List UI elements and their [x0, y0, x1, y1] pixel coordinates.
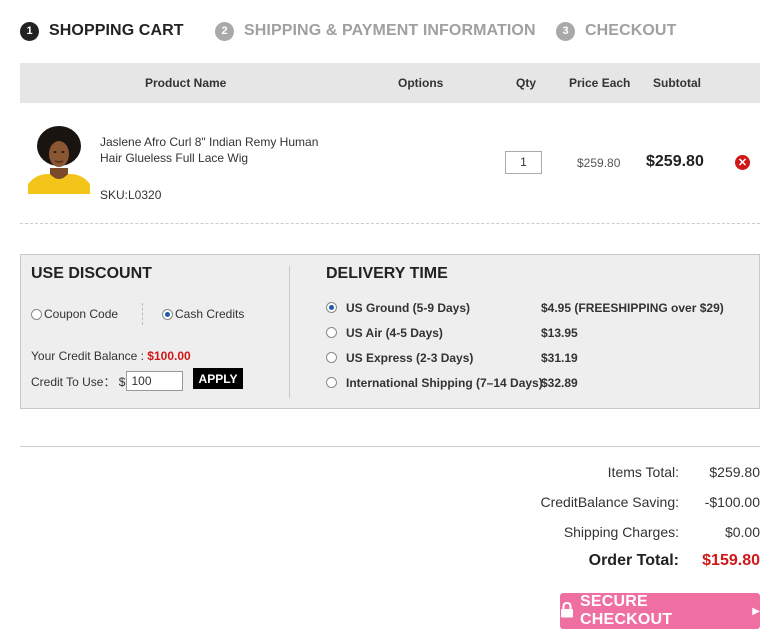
- step-number: 2: [215, 21, 234, 41]
- shipping-charges-label: Shipping Charges:: [563, 524, 679, 540]
- product-thumbnail[interactable]: [28, 124, 90, 194]
- credit-balance: Your Credit Balance : $100.00: [31, 349, 191, 363]
- discount-delivery-panel: USE DISCOUNT Coupon Code Cash Credits Yo…: [20, 254, 760, 409]
- coupon-code-option[interactable]: Coupon Code: [31, 307, 118, 321]
- credit-saving-label: CreditBalance Saving:: [540, 494, 679, 510]
- shipping-radio[interactable]: [326, 377, 337, 388]
- use-discount-title: USE DISCOUNT: [31, 265, 152, 282]
- cash-credits-option[interactable]: Cash Credits: [162, 307, 244, 321]
- quantity-input[interactable]: 1: [505, 151, 542, 174]
- checkout-steps: 1 SHOPPING CART 2 SHIPPING & PAYMENT INF…: [20, 20, 760, 42]
- shipping-name: International Shipping (7–14 Days): [346, 376, 543, 390]
- shipping-option-us-express[interactable]: US Express (2-3 Days) $31.19: [326, 349, 746, 367]
- header-price-each: Price Each: [569, 76, 631, 90]
- delivery-time-title: DELIVERY TIME: [326, 265, 448, 282]
- secure-checkout-label: SECURE CHECKOUT: [580, 593, 673, 628]
- shipping-price: $32.89: [541, 376, 578, 390]
- credit-balance-value: $100.00: [147, 349, 191, 363]
- order-total-value: $159.80: [702, 552, 760, 569]
- shipping-charges-value: $0.00: [724, 524, 760, 540]
- credit-to-use-input[interactable]: [126, 371, 184, 391]
- cart-table-header: Product Name Options Qty Price Each Subt…: [20, 63, 760, 103]
- credit-to-use: Credit To Use： $: [31, 371, 184, 391]
- header-options: Options: [398, 76, 444, 90]
- shipping-name: US Express (2-3 Days): [346, 351, 474, 365]
- shipping-option-us-ground[interactable]: US Ground (5-9 Days) $4.95 (FREESHIPPING…: [326, 299, 746, 317]
- shipping-price: $13.95: [541, 326, 578, 340]
- shipping-radio[interactable]: [326, 302, 337, 313]
- totals-divider: [20, 446, 760, 447]
- cash-credits-radio[interactable]: [162, 308, 173, 320]
- step-checkout: 3 CHECKOUT: [556, 20, 676, 42]
- product-name-link[interactable]: Jaslene Afro Curl 8" Indian Remy Human H…: [100, 134, 320, 166]
- item-subtotal: $259.80: [646, 153, 704, 170]
- items-total-value: $259.80: [709, 464, 760, 480]
- coupon-code-radio[interactable]: [31, 308, 42, 320]
- step-label: SHIPPING & PAYMENT INFORMATION: [244, 22, 536, 39]
- step-shipping-payment: 2 SHIPPING & PAYMENT INFORMATION: [215, 20, 536, 42]
- option-separator: [142, 303, 143, 325]
- apply-button[interactable]: APPLY: [193, 368, 243, 389]
- shipping-name: US Ground (5-9 Days): [346, 301, 471, 315]
- shipping-price: $4.95 (FREESHIPPING over $29): [541, 301, 724, 315]
- shipping-option-us-air[interactable]: US Air (4-5 Days) $13.95: [326, 324, 746, 342]
- shipping-radio[interactable]: [326, 352, 337, 363]
- product-sku: SKU:L0320: [100, 188, 162, 202]
- coupon-code-label: Coupon Code: [44, 307, 119, 321]
- order-total-label: Order Total:: [588, 552, 679, 569]
- shipping-price: $31.19: [541, 351, 578, 365]
- remove-item-icon[interactable]: ✕: [735, 155, 750, 170]
- header-product-name: Product Name: [145, 76, 227, 90]
- cash-credits-label: Cash Credits: [175, 307, 245, 321]
- secure-checkout-button[interactable]: SECURE CHECKOUT ▶: [560, 593, 760, 629]
- credit-saving-value: -$100.00: [704, 494, 760, 510]
- panel-divider: [289, 266, 290, 398]
- credit-to-use-label: Credit To Use： $: [31, 374, 126, 389]
- shipping-name: US Air (4-5 Days): [346, 326, 443, 340]
- lock-icon: [560, 601, 574, 621]
- header-subtotal: Subtotal: [653, 76, 701, 90]
- credit-balance-label: Your Credit Balance :: [31, 349, 148, 363]
- step-shopping-cart: 1 SHOPPING CART: [20, 20, 184, 42]
- cart-item-row: Jaslene Afro Curl 8" Indian Remy Human H…: [20, 104, 760, 224]
- header-qty: Qty: [516, 76, 537, 90]
- shipping-radio[interactable]: [326, 327, 337, 338]
- step-number: 1: [20, 21, 39, 41]
- arrow-right-icon: ▶: [752, 605, 760, 617]
- shipping-option-international[interactable]: International Shipping (7–14 Days) $32.8…: [326, 374, 746, 392]
- step-label: CHECKOUT: [585, 22, 677, 39]
- step-number: 3: [556, 21, 575, 41]
- price-each: $259.80: [577, 156, 621, 170]
- step-label: SHOPPING CART: [49, 22, 184, 39]
- items-total-label: Items Total:: [607, 464, 679, 480]
